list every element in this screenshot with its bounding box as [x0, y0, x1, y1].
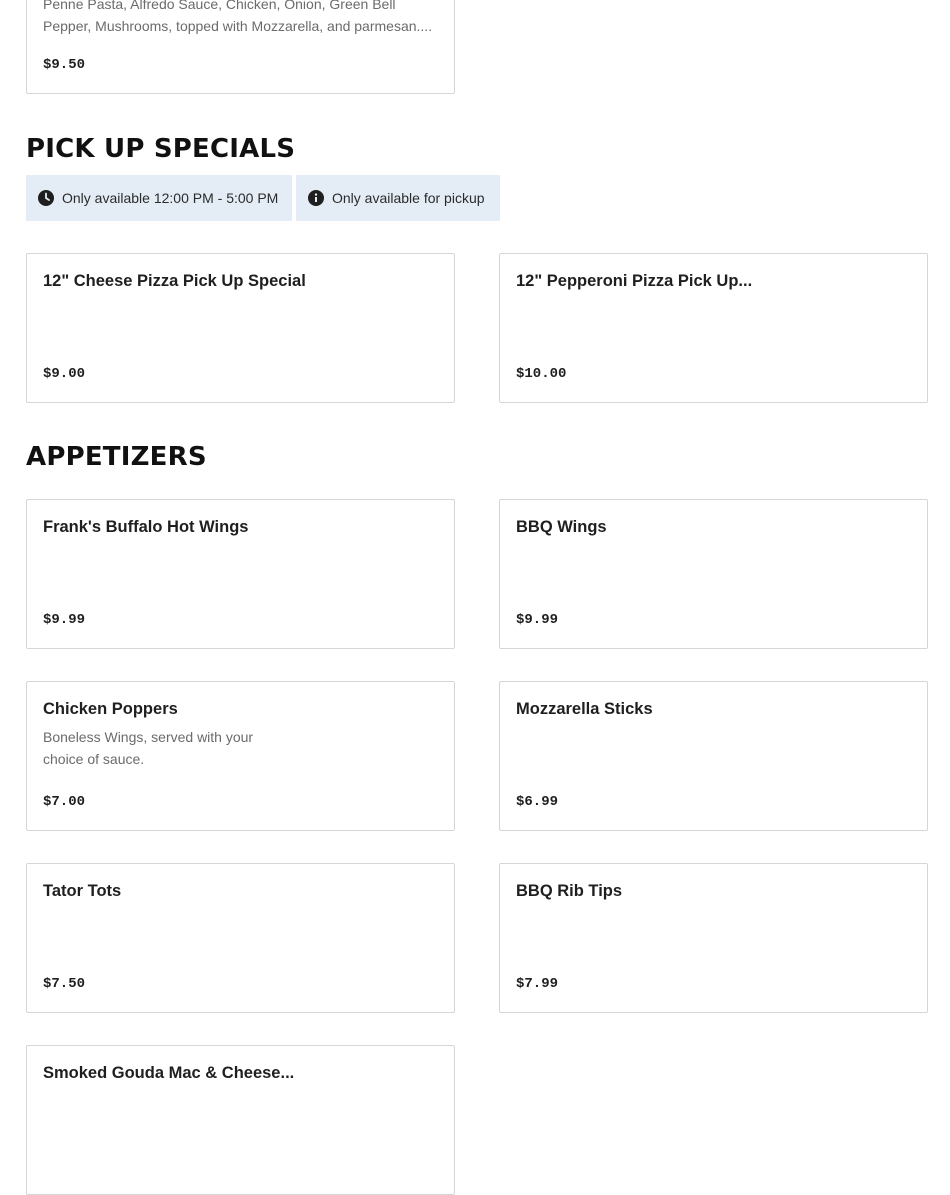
section-title-pickup-specials: PICK UP SPECIALS: [26, 134, 296, 164]
menu-item-description: Boneless Wings, served with your choice …: [43, 729, 254, 767]
pickup-only-label: Only available for pickup: [332, 190, 485, 206]
menu-item-card[interactable]: Frank's Buffalo Hot Wings $9.99: [26, 499, 455, 649]
clock-icon: [38, 190, 54, 206]
menu-item-card[interactable]: BBQ Rib Tips $7.99: [499, 863, 928, 1013]
menu-item-name: 12" Pepperoni Pizza Pick Up...: [516, 272, 753, 290]
menu-item-name: Frank's Buffalo Hot Wings: [43, 518, 249, 536]
menu-item-card[interactable]: Penne Pasta, Alfredo Sauce, Chicken, Oni…: [26, 0, 455, 94]
menu-item-name: Tator Tots: [43, 882, 122, 900]
menu-item-card[interactable]: 12" Pepperoni Pizza Pick Up... $10.00: [499, 253, 928, 403]
menu-item-price: $7.99: [516, 976, 559, 992]
menu-item-card[interactable]: 12" Cheese Pizza Pick Up Special $9.00: [26, 253, 455, 403]
menu-item-name: Smoked Gouda Mac & Cheese...: [43, 1064, 295, 1082]
menu-item-card[interactable]: Tator Tots $7.50: [26, 863, 455, 1013]
menu-item-price: $9.00: [43, 366, 86, 382]
menu-item-description: Penne Pasta, Alfredo Sauce, Chicken, Oni…: [43, 0, 433, 34]
menu-item-card[interactable]: Smoked Gouda Mac & Cheese...: [26, 1045, 455, 1195]
menu-item-price: $7.50: [43, 976, 86, 992]
pickup-only-tag: Only available for pickup: [296, 175, 500, 221]
menu-item-name: 12" Cheese Pizza Pick Up Special: [43, 272, 306, 290]
menu-item-price: $6.99: [516, 794, 559, 810]
section-title-appetizers: APPETIZERS: [26, 442, 207, 472]
menu-item-card[interactable]: BBQ Wings $9.99: [499, 499, 928, 649]
menu-item-price: $10.00: [516, 366, 567, 382]
menu-item-price: $9.99: [43, 612, 86, 628]
menu-item-name: BBQ Rib Tips: [516, 882, 623, 900]
availability-time-label: Only available 12:00 PM - 5:00 PM: [62, 190, 279, 206]
menu-item-price: $7.00: [43, 794, 86, 810]
menu-item-card[interactable]: Mozzarella Sticks $6.99: [499, 681, 928, 831]
menu-item-name: Mozzarella Sticks: [516, 700, 653, 718]
menu-item-name: Chicken Poppers: [43, 700, 178, 718]
menu-item-name: BBQ Wings: [516, 518, 607, 536]
menu-item-card[interactable]: Chicken Poppers Boneless Wings, served w…: [26, 681, 455, 831]
info-icon: [308, 190, 324, 206]
menu-item-price: $9.50: [43, 57, 86, 73]
availability-time-tag: Only available 12:00 PM - 5:00 PM: [26, 175, 292, 221]
menu-item-price: $9.99: [516, 612, 559, 628]
